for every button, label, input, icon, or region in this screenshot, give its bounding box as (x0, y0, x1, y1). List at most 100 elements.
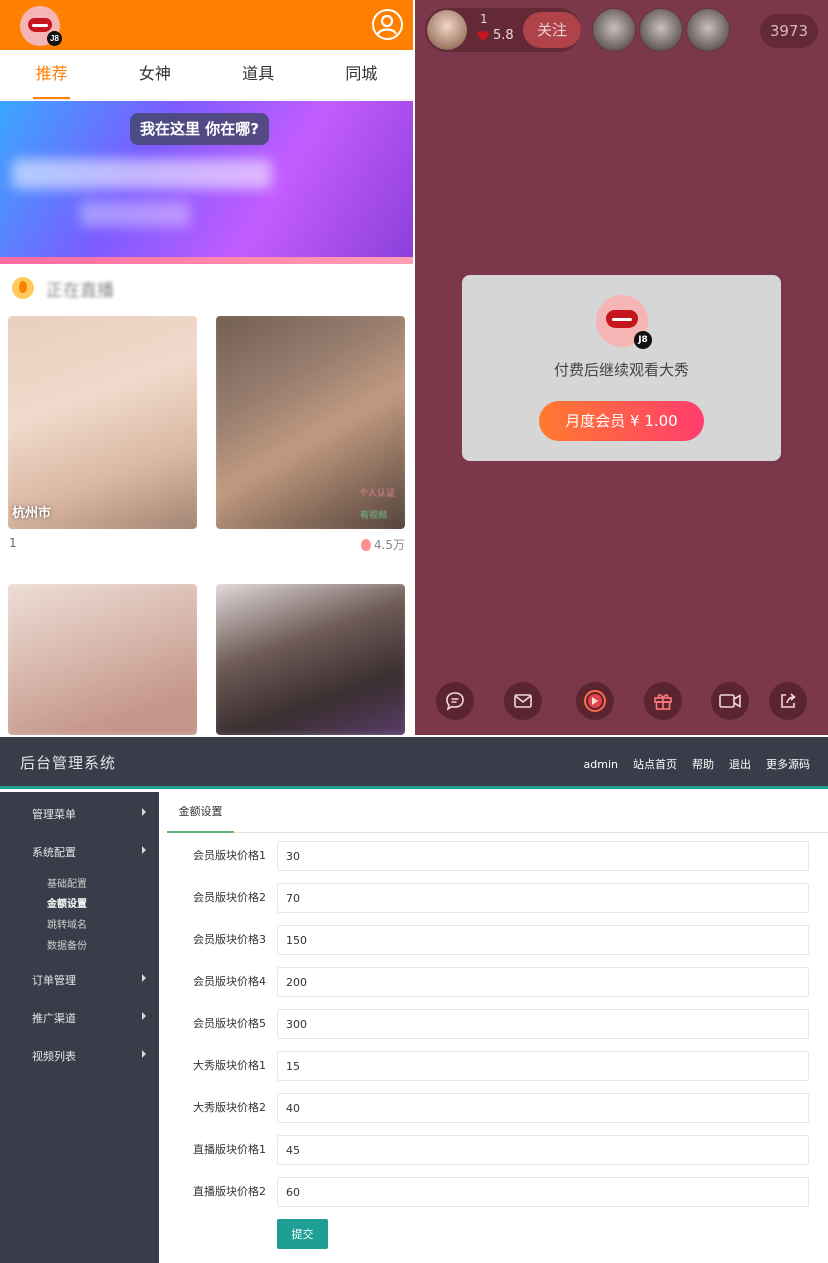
show-price-1-input[interactable] (277, 1051, 809, 1081)
video-call-button[interactable] (711, 682, 749, 720)
host-hot-value: 5.8 (493, 28, 514, 43)
form-row: 大秀版块价格2 (159, 1093, 828, 1123)
tab-amount-settings[interactable]: 金额设置 (167, 792, 234, 833)
game-button[interactable] (576, 682, 614, 720)
live-price-1-input[interactable] (277, 1135, 809, 1165)
logo-tag: J8 (47, 31, 62, 46)
member-price-5-input[interactable] (277, 1009, 809, 1039)
field-label: 大秀版块价格1 (193, 1059, 266, 1072)
app-logo: J8 (20, 6, 62, 46)
admin-top-nav: admin 站点首页 帮助 退出 更多源码 (584, 737, 810, 792)
field-label: 会员版块价格2 (193, 891, 266, 904)
admin-settings-screen: 后台管理系统 admin 站点首页 帮助 退出 更多源码 管理菜单 系统配置 基… (0, 737, 828, 1263)
live-toolbar (415, 682, 828, 722)
promo-banner[interactable]: 我在这里 你在哪? (0, 101, 413, 264)
host-number: 1 (480, 12, 488, 26)
sidebar-item-video-list[interactable]: 视频列表 (32, 1048, 152, 1064)
chevron-right-icon (142, 846, 146, 854)
logo-tag: J8 (634, 331, 652, 349)
field-label: 会员版块价格5 (193, 1017, 266, 1030)
sidebar-item-label: 管理菜单 (32, 808, 76, 821)
banner-bubble-text: 我在这里 你在哪? (130, 113, 269, 145)
banner-blurred-title (12, 159, 272, 189)
form-row: 大秀版块价格1 (159, 1051, 828, 1081)
viewer-avatar[interactable] (686, 8, 730, 52)
form-row: 会员版块价格3 (159, 925, 828, 955)
streamer-card[interactable]: 个人认证 有视频 (216, 316, 405, 529)
sidebar-item-orders[interactable]: 订单管理 (32, 972, 152, 988)
user-profile-button[interactable] (372, 9, 403, 40)
chevron-right-icon (142, 974, 146, 982)
sidebar-item-menu-manage[interactable]: 管理菜单 (32, 806, 152, 822)
viewer-avatar[interactable] (592, 8, 636, 52)
tab-props[interactable]: 道具 (207, 50, 310, 99)
sidebar-item-promotion[interactable]: 推广渠道 (32, 1010, 152, 1026)
paywall-logo: J8 (596, 295, 652, 349)
app-home-screen: J8 推荐 女神 道具 同城 我在这里 你在哪? 正在直播 杭州市 个人认证 有… (0, 0, 413, 735)
tab-nearby[interactable]: 同城 (310, 50, 413, 99)
sidebar-sub-amount-settings[interactable]: 金额设置 (47, 895, 87, 910)
card-city: 杭州市 (12, 506, 52, 521)
nav-admin-user[interactable]: admin (584, 737, 618, 792)
show-price-2-input[interactable] (277, 1093, 809, 1123)
member-price-3-input[interactable] (277, 925, 809, 955)
live-price-2-input[interactable] (277, 1177, 809, 1207)
admin-header: 后台管理系统 admin 站点首页 帮助 退出 更多源码 (0, 737, 828, 789)
sidebar-item-system-config[interactable]: 系统配置 (32, 844, 152, 860)
field-label: 大秀版块价格2 (193, 1101, 266, 1114)
member-price-2-input[interactable] (277, 883, 809, 913)
content-tabbar: 金额设置 (167, 792, 828, 833)
streamer-photo (8, 584, 197, 735)
field-label: 会员版块价格4 (193, 975, 266, 988)
streamer-card[interactable] (216, 584, 405, 735)
live-room-screen: 1 5.8 关注 3973 J8 付费后继续观看大秀 月度会员 ¥ 1.00 (415, 0, 828, 735)
streamer-photo (216, 584, 405, 735)
banner-strip (0, 257, 413, 264)
streamer-card[interactable] (8, 584, 197, 735)
banner-blurred-subtitle (80, 201, 190, 227)
sidebar-item-label: 订单管理 (32, 974, 76, 987)
tab-goddess[interactable]: 女神 (103, 50, 206, 99)
form-row: 直播版块价格1 (159, 1135, 828, 1165)
form-row: 会员版块价格2 (159, 883, 828, 913)
form-row: 会员版块价格4 (159, 967, 828, 997)
host-info: 1 5.8 关注 (425, 8, 581, 52)
form-row: 会员版块价格5 (159, 1009, 828, 1039)
nav-more-source[interactable]: 更多源码 (766, 737, 810, 792)
sidebar-item-label: 系统配置 (32, 846, 76, 859)
monthly-membership-button[interactable]: 月度会员 ¥ 1.00 (539, 401, 704, 441)
nav-site-home[interactable]: 站点首页 (633, 737, 677, 792)
tab-recommend[interactable]: 推荐 (0, 50, 103, 99)
admin-title: 后台管理系统 (20, 754, 117, 772)
sidebar-sub-basic-config[interactable]: 基础配置 (47, 875, 87, 890)
message-button[interactable] (504, 682, 542, 720)
gift-button[interactable] (644, 682, 682, 720)
sidebar-sub-redirect-domain[interactable]: 跳转域名 (47, 916, 87, 931)
nav-help[interactable]: 帮助 (692, 737, 714, 792)
lips-icon (606, 310, 638, 328)
card-cert-badge: 个人认证 (358, 489, 395, 499)
card-video-badge: 有视频 (359, 511, 387, 521)
sidebar-sub-data-backup[interactable]: 数据备份 (47, 937, 87, 952)
user-icon (376, 14, 398, 35)
field-label: 直播版块价格2 (193, 1185, 266, 1198)
share-button[interactable] (769, 682, 807, 720)
submit-button[interactable]: 提交 (277, 1219, 328, 1249)
play-game-icon (584, 690, 606, 712)
lips-icon (28, 18, 52, 32)
gift-icon (654, 694, 672, 710)
streamer-card[interactable]: 杭州市 (8, 316, 197, 529)
form-row: 会员版块价格1 (159, 841, 828, 871)
follow-button[interactable]: 关注 (523, 12, 581, 48)
paywall-dialog: J8 付费后继续观看大秀 月度会员 ¥ 1.00 (462, 275, 781, 461)
mail-icon (514, 694, 532, 708)
viewer-avatar[interactable] (639, 8, 683, 52)
host-avatar[interactable] (427, 10, 467, 50)
nav-logout[interactable]: 退出 (729, 737, 751, 792)
member-price-1-input[interactable] (277, 841, 809, 871)
form-row: 直播版块价格2 (159, 1177, 828, 1207)
member-price-4-input[interactable] (277, 967, 809, 997)
sidebar-item-label: 推广渠道 (32, 1012, 76, 1025)
chat-button[interactable] (436, 682, 474, 720)
app-header: J8 (0, 0, 413, 50)
